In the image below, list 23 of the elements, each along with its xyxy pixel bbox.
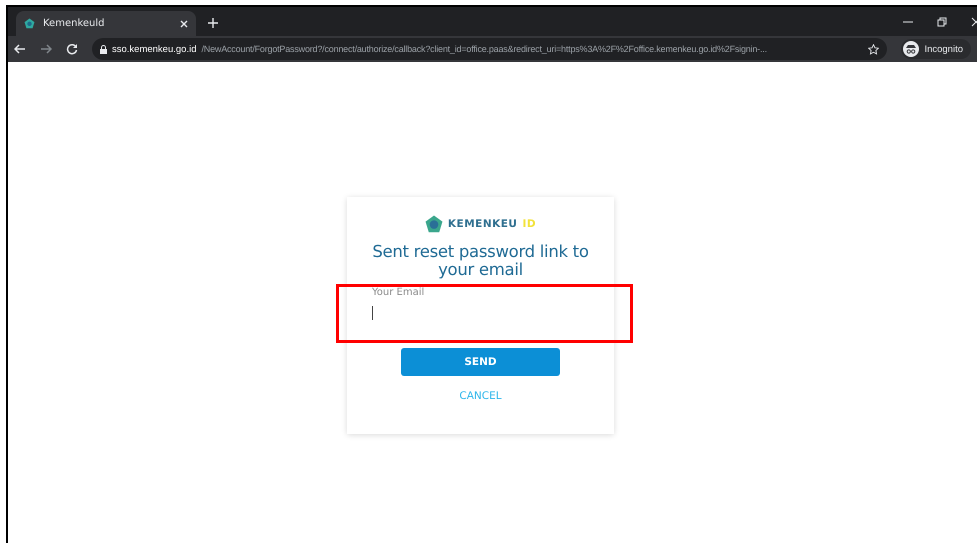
url-path: /NewAccount/ForgotPassword?/connect/authorize/callback?client_id=office.paas&redirect_uri=https%3A%2F%2Foffice.kemenkeu.go.id%2Fsignin-... [202,44,768,54]
close-icon[interactable] [971,16,977,26]
star-icon[interactable] [868,44,880,54]
restore-icon[interactable] [937,16,947,26]
new-tab-icon[interactable] [208,18,218,28]
field-label: Your Email [372,287,426,298]
forward-icon[interactable] [40,43,52,55]
logo-text: KEMENKEU [448,218,518,230]
incognito-icon [903,41,920,57]
browser-tab[interactable]: Kemenkeuld [16,11,196,36]
close-icon[interactable] [180,20,188,28]
logo-text: ID [522,218,536,230]
send-button[interactable]: SEND [401,348,560,376]
heading: Sent reset password link to your email [371,243,590,279]
tab-title: Kemenkeuld [43,18,106,29]
profile-button[interactable]: Incognito [901,39,971,59]
logo-icon [424,215,443,233]
pentagon-icon [24,18,35,29]
url-domain: sso.kemenkeu.go.id [112,44,196,54]
back-icon[interactable] [14,43,26,55]
lock-icon [100,44,107,54]
address-bar[interactable]: sso.kemenkeu.go.id /NewAccount/ForgotPassword?/connect/authorize/callback?client_id=office.paas&redirect_uri=https%3A%2F%2Foffice.kemenkeu.go.id%2Fsignin-... [92,38,888,60]
reload-icon[interactable] [66,43,78,55]
